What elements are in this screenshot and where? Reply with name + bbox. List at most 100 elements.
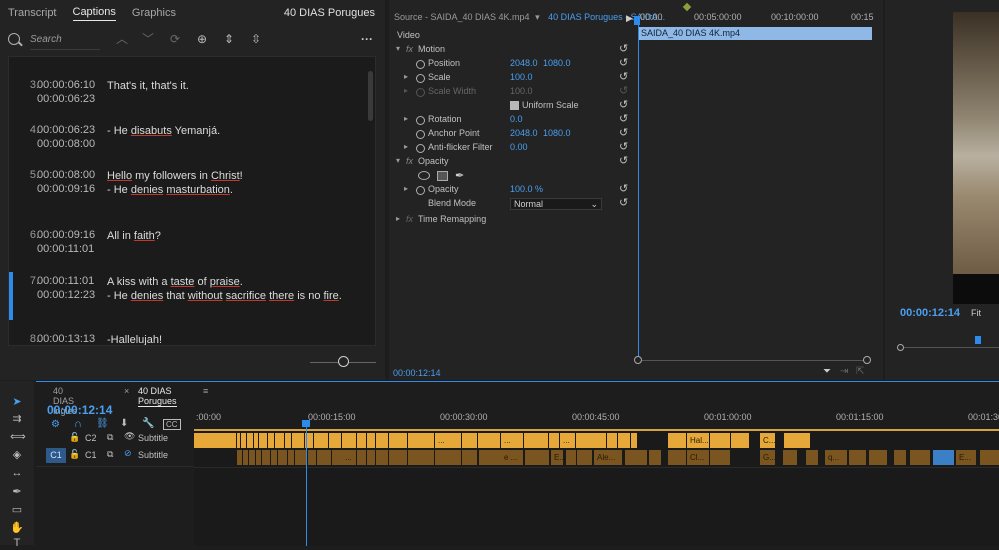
close-tab-icon[interactable]: × [124, 386, 129, 396]
reset-icon[interactable]: ↺ [619, 98, 628, 111]
subtitle-clip[interactable] [462, 450, 477, 465]
subtitle-clip[interactable] [357, 433, 366, 448]
subtitle-clip[interactable] [357, 450, 366, 465]
caption-text[interactable]: A kiss with a taste of praise. - He denie… [107, 275, 342, 303]
scroll-handle-right[interactable] [863, 356, 871, 364]
subtitle-clip[interactable] [478, 433, 500, 448]
subtitle-clip[interactable] [668, 450, 686, 465]
subtitle-clip[interactable] [618, 433, 630, 448]
subtitle-clip[interactable] [408, 433, 434, 448]
eye-hidden-icon[interactable]: ⊘ [124, 448, 132, 459]
ripple-edit-tool-icon[interactable]: ⟺ [10, 430, 26, 444]
reset-icon[interactable]: ↺ [619, 154, 628, 167]
caption-text[interactable]: All in faith? [107, 229, 161, 243]
subtitle-clip[interactable] [241, 433, 246, 448]
effect-controls-timecode[interactable]: 00:00:12:14 [393, 368, 441, 378]
expand-triangle-icon[interactable]: ▸ [404, 72, 408, 81]
tab-40-dias-porugues[interactable]: 40 DIAS Porugues [138, 386, 177, 407]
fx-icon[interactable]: fx [406, 156, 413, 166]
reset-icon[interactable]: ↺ [619, 140, 628, 153]
subtitle-clip[interactable]: G... [760, 450, 775, 465]
subtitle-clip[interactable] [292, 433, 304, 448]
timeline-playhead-handle[interactable] [302, 420, 310, 427]
reset-icon[interactable]: ↺ [619, 126, 628, 139]
subtitle-clip[interactable] [367, 450, 375, 465]
subtitle-clip[interactable] [271, 450, 277, 465]
subtitle-clip[interactable] [376, 433, 388, 448]
search-input[interactable] [30, 30, 100, 50]
subtitle-clip[interactable] [342, 433, 356, 448]
subtitle-clip[interactable] [869, 450, 887, 465]
linked-selection-icon[interactable]: ⛓ [96, 418, 109, 429]
subtitle-clip[interactable]: ... [560, 433, 575, 448]
refresh-icon[interactable]: ⟳ [168, 32, 182, 46]
expand-triangle-icon[interactable]: ▸ [404, 114, 408, 123]
subtitle-clip[interactable]: E... [956, 450, 976, 465]
subtitle-clip[interactable] [435, 450, 461, 465]
scrubber-handle[interactable] [897, 344, 904, 351]
reset-icon[interactable]: ↺ [619, 56, 628, 69]
subtitle-clip[interactable] [525, 450, 549, 465]
selection-tool-icon[interactable]: ➤ [10, 395, 24, 409]
subtitle-clip[interactable] [389, 450, 407, 465]
caption-text[interactable]: Hello my followers in Christ! - He denies… [107, 169, 243, 197]
position-y-value[interactable]: 1080.0 [543, 58, 571, 68]
subtitle-clip[interactable]: ... [501, 433, 523, 448]
subtitle-clip[interactable] [408, 450, 434, 465]
subtitle-clip[interactable]: q... [825, 450, 847, 465]
program-timecode[interactable]: 00:00:12:14 [900, 307, 960, 319]
marker-icon[interactable] [682, 2, 692, 12]
tab-transcript[interactable]: Transcript [8, 7, 57, 19]
subtitle-clip[interactable] [849, 450, 866, 465]
subtitle-clip[interactable] [275, 433, 284, 448]
captions-icon[interactable]: CC [163, 419, 181, 430]
subtitle-clip[interactable] [389, 433, 407, 448]
stopwatch-icon[interactable] [416, 144, 425, 153]
stopwatch-icon[interactable] [416, 186, 425, 195]
position-x-value[interactable]: 2048.0 [510, 58, 538, 68]
subtitle-clip[interactable] [249, 450, 255, 465]
play-arrow-icon[interactable]: ▶ [626, 13, 633, 24]
subtitle-clip[interactable] [576, 433, 606, 448]
anchor-y-value[interactable]: 1080.0 [543, 128, 571, 138]
expand-triangle-icon[interactable]: ▾ [396, 156, 400, 165]
export-icon[interactable]: ⇥ [840, 366, 848, 377]
add-marker-icon[interactable]: ⬇ [120, 418, 128, 429]
subtitle-clip[interactable] [566, 450, 576, 465]
sync-lock-icon[interactable]: ⧉ [107, 432, 113, 443]
subtitle-clip[interactable] [784, 433, 810, 448]
reset-icon[interactable]: ↺ [619, 70, 628, 83]
razor-tool-icon[interactable]: ◈ [10, 448, 24, 462]
subtitle-clip[interactable] [259, 433, 267, 448]
source-label[interactable]: Source - SAIDA_40 DIAS 4K.mp4 [394, 12, 530, 22]
subtitle-clip[interactable] [256, 450, 261, 465]
subtitle-clip[interactable] [329, 433, 341, 448]
subtitle-clip[interactable] [524, 433, 548, 448]
scale-value[interactable]: 100.0 [510, 72, 533, 82]
zoom-slider-handle[interactable] [338, 356, 349, 367]
expand-triangle-icon[interactable]: ▸ [404, 184, 408, 193]
rectangle-tool-icon[interactable]: ▭ [10, 503, 24, 517]
subtitle-clip[interactable] [631, 433, 637, 448]
subtitle-clip[interactable] [710, 450, 730, 465]
eye-icon[interactable]: 👁 [124, 431, 135, 442]
tab-captions[interactable]: Captions [72, 6, 116, 21]
timeline-timecode[interactable]: 00:00:12:14 [47, 403, 112, 417]
merge-caption-icon[interactable]: ⇳ [249, 32, 263, 46]
subtitle-clip[interactable] [980, 450, 999, 465]
subtitle-clip[interactable] [262, 450, 270, 465]
program-playhead[interactable] [975, 336, 981, 344]
subtitle-clip[interactable] [317, 450, 331, 465]
subtitle-clip[interactable] [237, 450, 242, 465]
subtitle-clip[interactable] [288, 450, 294, 465]
snap-icon[interactable]: ∩ [74, 418, 82, 430]
subtitle-clip[interactable]: ... [435, 433, 461, 448]
lock-icon[interactable]: 🔓 [69, 432, 80, 443]
subtitle-clip[interactable] [607, 433, 617, 448]
expand-triangle-icon[interactable]: ▸ [396, 214, 400, 223]
motion-row[interactable]: ▾ fx Motion ↺ [389, 43, 635, 58]
opacity-section-row[interactable]: ▾ fx Opacity ↺ [389, 154, 635, 170]
add-caption-icon[interactable]: ⊕ [195, 32, 209, 46]
timeline-ruler[interactable]: :00:00 00:00:15:00 00:00:30:00 00:00:45:… [194, 410, 999, 430]
subtitle-clip[interactable]: Ale... [594, 450, 622, 465]
